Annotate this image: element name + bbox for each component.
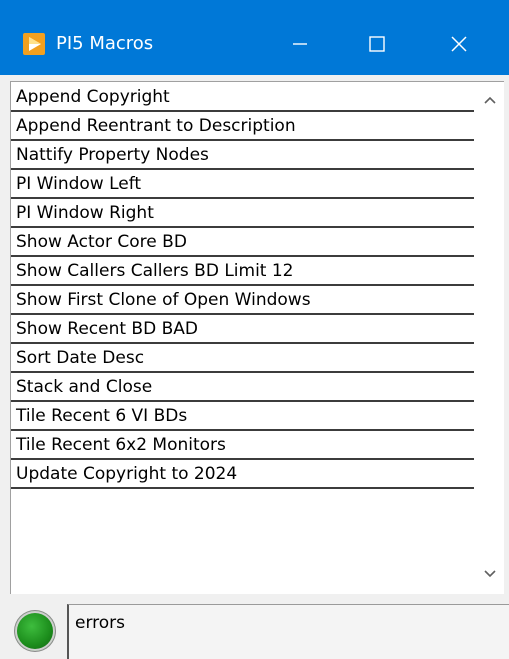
chevron-down-icon xyxy=(484,570,496,578)
list-item[interactable]: Append Reentrant to Description xyxy=(11,112,474,141)
list-item[interactable]: Nattify Property Nodes xyxy=(11,141,474,170)
list-item[interactable]: Stack and Close xyxy=(11,373,474,402)
macro-list: Append Copyright Append Reentrant to Des… xyxy=(11,83,474,489)
window-title: PI5 Macros xyxy=(56,33,154,54)
minimize-icon xyxy=(293,43,307,45)
errors-label: errors xyxy=(75,613,126,633)
list-item[interactable]: Tile Recent 6x2 Monitors xyxy=(11,431,474,460)
scroll-down-button[interactable] xyxy=(476,560,504,588)
list-item[interactable]: Tile Recent 6 VI BDs xyxy=(11,402,474,431)
title-bar[interactable]: PI5 Macros xyxy=(0,0,509,75)
maximize-button[interactable] xyxy=(345,22,409,66)
list-item[interactable]: Append Copyright xyxy=(11,83,474,112)
vertical-scrollbar[interactable] xyxy=(476,82,504,594)
list-item[interactable]: Sort Date Desc xyxy=(11,344,474,373)
list-item[interactable]: Show Actor Core BD xyxy=(11,228,474,257)
scroll-up-button[interactable] xyxy=(476,86,504,114)
minimize-button[interactable] xyxy=(268,22,332,66)
list-item[interactable]: PI Window Left xyxy=(11,170,474,199)
maximize-icon xyxy=(369,36,385,52)
chevron-up-icon xyxy=(484,96,496,104)
labview-run-arrow-icon xyxy=(23,33,45,55)
status-led-icon xyxy=(15,611,55,651)
close-icon xyxy=(451,36,467,52)
list-item[interactable]: Show Recent BD BAD xyxy=(11,315,474,344)
list-item[interactable]: Update Copyright to 2024 xyxy=(11,460,474,489)
list-item[interactable]: Show First Clone of Open Windows xyxy=(11,286,474,315)
macro-listbox[interactable]: Append Copyright Append Reentrant to Des… xyxy=(10,81,504,594)
close-button[interactable] xyxy=(427,22,491,66)
list-item[interactable]: Show Callers Callers BD Limit 12 xyxy=(11,257,474,286)
list-item[interactable]: PI Window Right xyxy=(11,199,474,228)
errors-indicator: errors xyxy=(67,604,509,659)
